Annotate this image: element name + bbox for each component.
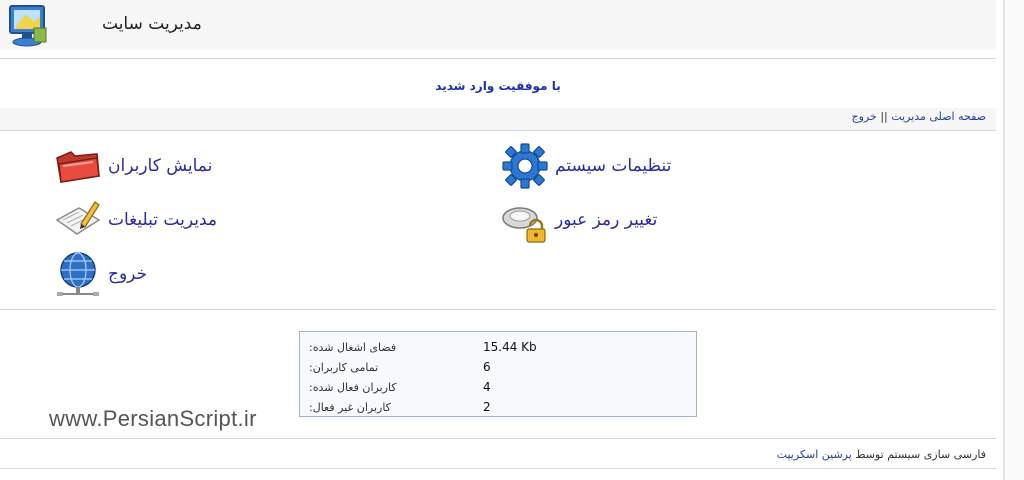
watermark: www.PersianScript.ir: [49, 406, 257, 431]
divider: [0, 468, 996, 469]
menu-ads-label: مدیریت تبلیغات: [108, 210, 217, 230]
stat-label: کاربران غیر فعال:: [309, 400, 391, 414]
footer-text: فارسی سازی سیستم توسط: [855, 448, 986, 461]
stat-value: 4: [483, 380, 491, 394]
menu-logout-label: خروج: [108, 264, 148, 284]
blue-gear-icon: [499, 142, 551, 190]
menu-settings-label: تنظیمات سیستم: [555, 156, 672, 176]
stat-value: 6: [483, 360, 491, 374]
scrollbar[interactable]: [1004, 0, 1024, 480]
divider: [0, 130, 996, 131]
nav-separator: ||: [880, 110, 888, 123]
divider: [0, 309, 996, 310]
table-row: تمامی کاربران: 6: [300, 357, 696, 377]
edit-document-icon: [52, 196, 104, 244]
nav-bar: [0, 108, 996, 130]
home-link[interactable]: صفحه اصلی مدیریت: [891, 110, 986, 123]
success-message: با موفقیت وارد شدید: [435, 79, 561, 93]
menu-ads[interactable]: مدیریت تبلیغات: [52, 196, 217, 244]
table-row: فضای اشغال شده: 15.44 Kb: [300, 337, 696, 357]
logout-link[interactable]: خروج: [852, 110, 877, 123]
footer-credit: فارسی سازی سیستم توسط پرشین اسکریپت: [777, 448, 986, 461]
menu-password[interactable]: تغییر رمز عبور: [499, 196, 657, 244]
stat-label: فضای اشغال شده:: [309, 340, 397, 354]
stat-value: 2: [483, 400, 491, 414]
menu-settings[interactable]: تنظیمات سیستم: [499, 142, 671, 190]
menu-password-label: تغییر رمز عبور: [555, 210, 658, 230]
red-folder-icon: [52, 142, 104, 190]
stat-value: 15.44 Kb: [483, 340, 537, 354]
divider: [0, 438, 996, 439]
footer-link[interactable]: پرشین اسکریپت: [777, 448, 852, 461]
locked-keys-icon: [499, 196, 551, 244]
stat-label: تمامی کاربران:: [309, 360, 379, 374]
page-title: مدیریت سایت: [102, 14, 202, 34]
table-row: کاربران فعال شده: 4: [300, 377, 696, 397]
stat-label: کاربران فعال شده:: [309, 380, 397, 394]
header-bar: مدیریت سایت: [0, 0, 996, 50]
stats-table: فضای اشغال شده: 15.44 Kb تمامی کاربران: …: [299, 331, 697, 417]
divider: [0, 58, 996, 59]
menu-users[interactable]: نمایش کاربران: [52, 142, 212, 190]
table-row: کاربران غیر فعال: 2: [300, 397, 696, 417]
menu-users-label: نمایش کاربران: [108, 156, 213, 176]
globe-network-icon: [52, 250, 104, 298]
computer-monitor-icon: [4, 2, 52, 48]
breadcrumb: صفحه اصلی مدیریت || خروج: [852, 110, 986, 123]
menu-logout[interactable]: خروج: [52, 250, 147, 298]
